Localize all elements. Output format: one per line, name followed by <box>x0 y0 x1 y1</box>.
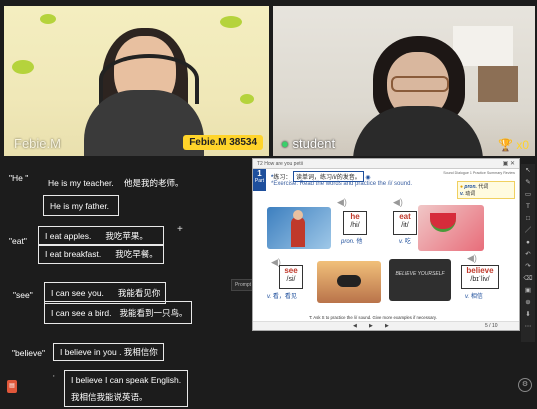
chat-quote-believe: "believe" <box>12 348 45 358</box>
chat-quote-see: "see" <box>13 290 33 300</box>
chat-quote-eat: "eat" <box>9 236 27 246</box>
word-meaning-he: pron. 他 <box>341 239 363 245</box>
chat-line: He is my teacher. 他是我的老师。 <box>48 178 184 188</box>
word-meaning-eat: v. 吃 <box>399 239 411 245</box>
speaker-icon[interactable]: ◀) <box>337 197 347 208</box>
student-name-label: ● student <box>281 136 336 151</box>
chat-quote-he: "He " <box>9 173 29 183</box>
teacher-overlay-label: Febie.M <box>14 136 61 151</box>
word-card-see: see /si/ <box>279 265 303 289</box>
zoom-icon[interactable]: ⊕ <box>523 298 533 307</box>
lesson-tabs[interactable]: Sound Dialogue 1 Practice Summary Review <box>443 171 515 175</box>
settings-icon[interactable]: ⚙ <box>518 378 532 392</box>
play-icon[interactable]: ▶ <box>369 323 373 329</box>
slide-window-title: T2 How are you petii <box>257 160 303 167</box>
close-icon[interactable]: ▣ ✕ <box>503 160 515 167</box>
teacher-image <box>267 207 331 249</box>
save-icon[interactable]: ⬇ <box>523 310 533 319</box>
chat-message-box: I eat apples. 我吃苹果。 <box>38 226 164 246</box>
pen-icon[interactable]: ✎ <box>523 178 533 187</box>
teacher-name-badge: Febie.M 38534 <box>183 135 263 150</box>
binoculars-image <box>317 261 381 303</box>
document-icon[interactable]: ▤ <box>7 380 17 393</box>
window-background <box>453 26 513 66</box>
watermelon-image <box>418 205 484 251</box>
mic-icon: ● <box>281 136 289 151</box>
chat-message-box: He is my father. <box>43 195 119 216</box>
leaf-decoration <box>220 16 242 28</box>
plus-cursor-icon: + <box>177 224 183 235</box>
leaf-decoration <box>40 14 56 24</box>
teacher-tip: T: Ask S to practice the /i/ sound. Give… <box>309 315 437 320</box>
instruction-en: *Exercise: Read the words and practice t… <box>271 181 413 187</box>
glasses <box>391 76 449 92</box>
more-icon[interactable]: ⋯ <box>523 322 533 331</box>
chat-cursor-mark: ' <box>53 373 55 383</box>
word-meaning-believe: v. 相信 <box>465 294 483 300</box>
chat-message-box: I can see a bird. 我能看到一只鸟。 <box>44 301 192 324</box>
leaf-decoration <box>12 60 34 74</box>
chat-message-box: I believe in you . 我相信你 <box>53 343 164 361</box>
speaker-icon[interactable]: ◀) <box>467 253 477 264</box>
whiteboard-toolbar: ↖ ✎ ▭ T □ ／ ● ↶ ↷ ⌫ ▣ ⊕ ⬇ ⋯ <box>521 164 535 342</box>
believe-yourself-image: BELIEVE YOURSELF <box>389 259 451 301</box>
word-card-eat: eat /it/ <box>393 211 417 235</box>
chat-message-box: I eat breakfast. 我吃早餐。 <box>38 244 164 264</box>
color-icon[interactable]: ● <box>523 238 533 247</box>
leaf-decoration <box>240 94 254 104</box>
page-indicator: 5 / 10 <box>485 323 498 329</box>
cursor-icon[interactable]: ↖ <box>523 166 533 175</box>
furniture-background <box>478 66 518 102</box>
student-video-tile[interactable]: ● student 🏆 x0 <box>273 6 535 156</box>
shape-icon[interactable]: □ <box>523 214 533 223</box>
courseware-slide-window[interactable]: T2 How are you petii ▣ ✕ 1 Part *练习： 读单词… <box>252 158 520 331</box>
slide-controls: ◀ ▶ ▶ 5 / 10 <box>253 321 519 330</box>
word-meaning-see: v. 看，看见 <box>267 294 297 300</box>
speaker-icon[interactable]: ◀) <box>393 197 403 208</box>
teacher-video-tile[interactable]: Febie.M Febie.M 38534 <box>4 6 269 156</box>
redo-icon[interactable]: ↷ <box>523 262 533 271</box>
part-badge: 1 Part <box>253 169 266 191</box>
next-icon[interactable]: ▶ <box>385 323 389 329</box>
trophy-icon: 🏆 <box>498 138 513 152</box>
image-icon[interactable]: ▣ <box>523 286 533 295</box>
line-icon[interactable]: ／ <box>523 226 533 235</box>
undo-icon[interactable]: ↶ <box>523 250 533 259</box>
text-icon[interactable]: T <box>523 202 533 211</box>
slide-titlebar: T2 How are you petii ▣ ✕ <box>253 159 519 169</box>
student-body <box>353 106 483 156</box>
eraser-icon[interactable]: ▭ <box>523 190 533 199</box>
star-counter: 🏆 x0 <box>498 138 529 152</box>
word-card-he: he /hi/ <box>343 211 367 235</box>
clear-icon[interactable]: ⌫ <box>523 274 533 283</box>
pos-legend: ● pron. 代词 v. 动词 <box>457 181 515 199</box>
word-card-believe: believe /bɪˈliv/ <box>461 265 499 289</box>
prev-icon[interactable]: ◀ <box>353 323 357 329</box>
chat-message-box: I believe I can speak English. 我相信我能说英语。 <box>64 370 188 407</box>
